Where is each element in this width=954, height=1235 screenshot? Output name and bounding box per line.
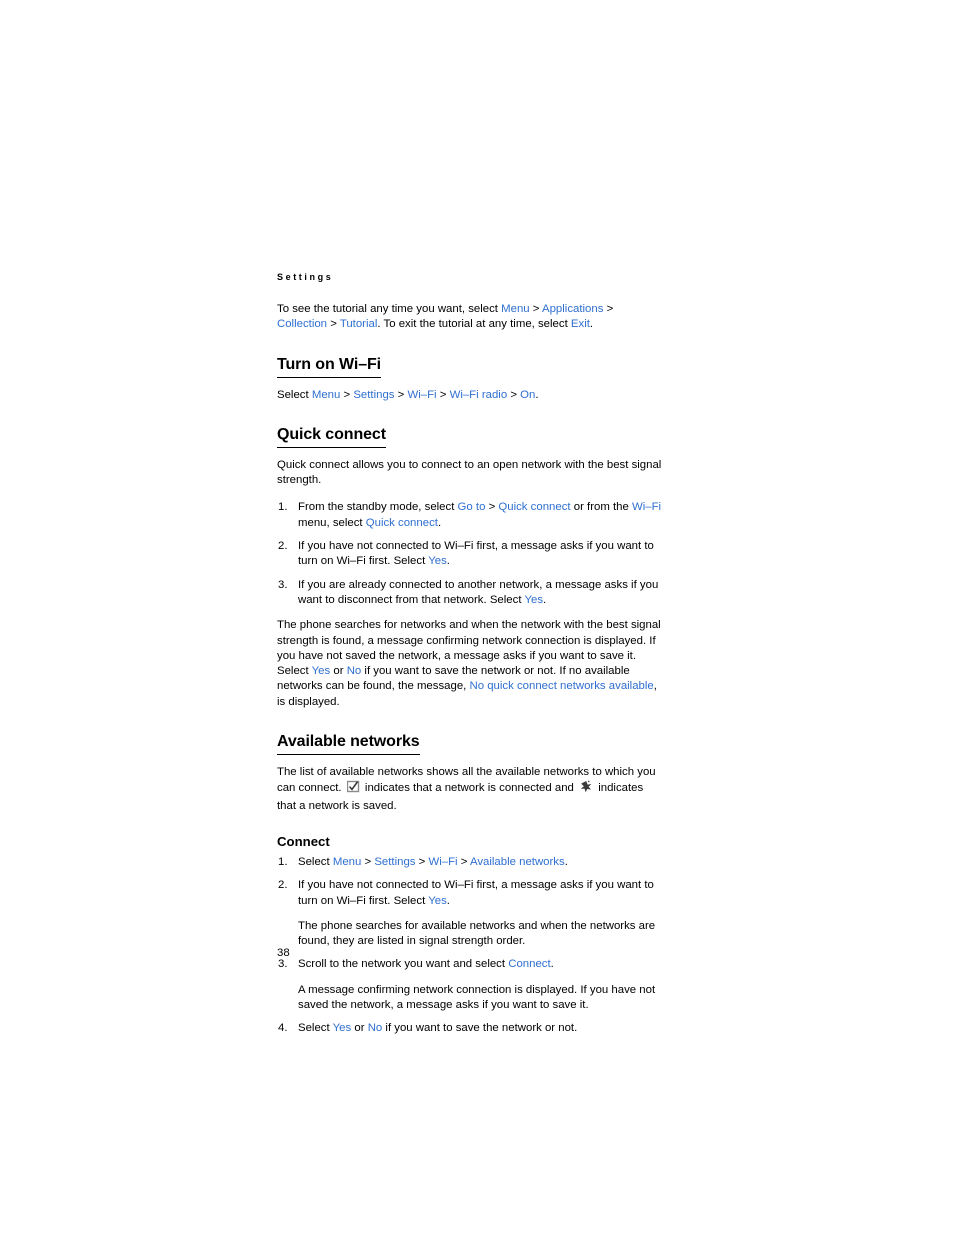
link-wifi[interactable]: Wi–Fi	[407, 389, 436, 401]
text: indicates that a network is connected an…	[361, 782, 578, 795]
quick-connect-intro: Quick connect allows you to connect to a…	[277, 458, 662, 487]
text: Select	[298, 855, 333, 868]
text: or	[330, 665, 347, 678]
link-wifi[interactable]: Wi–Fi	[428, 856, 457, 868]
link-yes[interactable]: Yes	[428, 895, 447, 907]
text: Select	[277, 388, 312, 401]
link-yes[interactable]: Yes	[524, 594, 543, 606]
heading-connect: Connect	[277, 833, 330, 849]
list-item: Select Yes or No if you want to save the…	[277, 1021, 665, 1037]
separator: >	[603, 303, 614, 315]
link-wifi[interactable]: Wi–Fi	[632, 501, 661, 513]
text: if you want to save the network or not.	[382, 1022, 578, 1035]
link-on[interactable]: On	[520, 389, 535, 401]
available-networks-description: The list of available networks shows all…	[277, 765, 665, 814]
message-no-quick-connect-networks-available: No quick connect networks available	[469, 680, 654, 693]
quick-connect-steps: From the standby mode, select Go to > Qu…	[277, 500, 665, 608]
list-item: If you are already connected to another …	[277, 578, 665, 609]
separator: >	[394, 388, 408, 401]
intro-text-3: .	[589, 318, 594, 331]
heading-quick-connect: Quick connect	[277, 425, 386, 448]
link-available-networks[interactable]: Available networks	[470, 856, 565, 868]
intro-text-1: To see the tutorial any time you want, s…	[277, 303, 502, 315]
link-yes[interactable]: Yes	[312, 665, 331, 677]
link-menu[interactable]: Menu	[312, 389, 341, 401]
running-head: Settings	[277, 272, 334, 282]
link-quick-connect[interactable]: Quick connect	[366, 517, 438, 529]
text: Scroll to the network you want and selec…	[298, 958, 509, 971]
heading-available-networks-wrap: Available networks	[277, 732, 665, 761]
link-menu[interactable]: Menu	[501, 303, 530, 315]
link-yes[interactable]: Yes	[333, 1022, 352, 1034]
link-no[interactable]: No	[347, 665, 362, 677]
list-item: Select Menu > Settings > Wi–Fi > Availab…	[277, 855, 665, 871]
link-exit[interactable]: Exit	[571, 318, 590, 330]
link-settings[interactable]: Settings	[353, 389, 394, 401]
link-wifi-radio[interactable]: Wi–Fi radio	[450, 389, 508, 401]
link-go-to[interactable]: Go to	[458, 501, 486, 513]
link-settings[interactable]: Settings	[374, 856, 415, 868]
intro-paragraph: To see the tutorial any time you want, s…	[277, 302, 665, 333]
text: or	[351, 1022, 368, 1035]
list-item: From the standby mode, select Go to > Qu…	[277, 500, 665, 531]
separator: >	[507, 388, 521, 401]
document-page: Settings To see the tutorial any time yo…	[277, 272, 665, 1045]
link-yes[interactable]: Yes	[428, 555, 447, 567]
turn-on-wifi-paragraph: Select Menu > Settings > Wi–Fi > Wi–Fi r…	[277, 388, 665, 403]
text: menu, select	[298, 516, 366, 529]
list-item: Scroll to the network you want and selec…	[277, 957, 665, 1013]
page-number: 38	[277, 947, 290, 959]
text: If you have not connected to Wi–Fi first…	[298, 879, 654, 907]
separator: >	[436, 388, 450, 401]
separator: >	[415, 855, 429, 868]
separator: >	[361, 855, 375, 868]
separator: >	[457, 855, 470, 868]
text: If you are already connected to another …	[298, 578, 659, 606]
text: .	[437, 516, 442, 529]
saved-network-star-icon	[579, 780, 593, 798]
separator: >	[327, 318, 340, 331]
step-sub-paragraph: A message confirming network connection …	[298, 983, 656, 1012]
link-connect[interactable]: Connect	[508, 958, 550, 970]
heading-turn-on-wifi-wrap: Turn on Wi–Fi	[277, 355, 665, 384]
link-no[interactable]: No	[368, 1022, 383, 1034]
quick-connect-outro: The phone searches for networks and when…	[277, 618, 665, 710]
link-tutorial[interactable]: Tutorial	[340, 318, 378, 330]
text: From the standby mode, select	[298, 501, 458, 514]
text: .	[543, 593, 547, 606]
step-sub-paragraph: The phone searches for available network…	[298, 919, 656, 948]
heading-turn-on-wifi: Turn on Wi–Fi	[277, 355, 381, 378]
separator: >	[340, 388, 354, 401]
text: or from the	[570, 501, 632, 514]
text: .	[564, 855, 568, 868]
heading-available-networks: Available networks	[277, 732, 420, 756]
text: Select	[298, 1022, 333, 1035]
checked-box-icon	[346, 780, 360, 798]
separator: >	[529, 303, 542, 315]
link-quick-connect[interactable]: Quick connect	[498, 501, 570, 513]
link-applications[interactable]: Applications	[542, 303, 603, 315]
list-item: If you have not connected to Wi–Fi first…	[277, 539, 665, 570]
text: .	[446, 555, 450, 568]
text: .	[535, 388, 539, 401]
text: .	[550, 958, 554, 971]
link-collection[interactable]: Collection	[277, 318, 327, 330]
intro-text-2: . To exit the tutorial at any time, sele…	[377, 318, 571, 331]
separator: >	[485, 501, 499, 514]
text: If you have not connected to Wi–Fi first…	[298, 540, 654, 568]
connect-steps: Select Menu > Settings > Wi–Fi > Availab…	[277, 855, 665, 1037]
text: .	[446, 894, 450, 907]
link-menu[interactable]: Menu	[333, 856, 362, 868]
list-item: If you have not connected to Wi–Fi first…	[277, 878, 665, 949]
heading-quick-connect-wrap: Quick connect	[277, 425, 665, 454]
